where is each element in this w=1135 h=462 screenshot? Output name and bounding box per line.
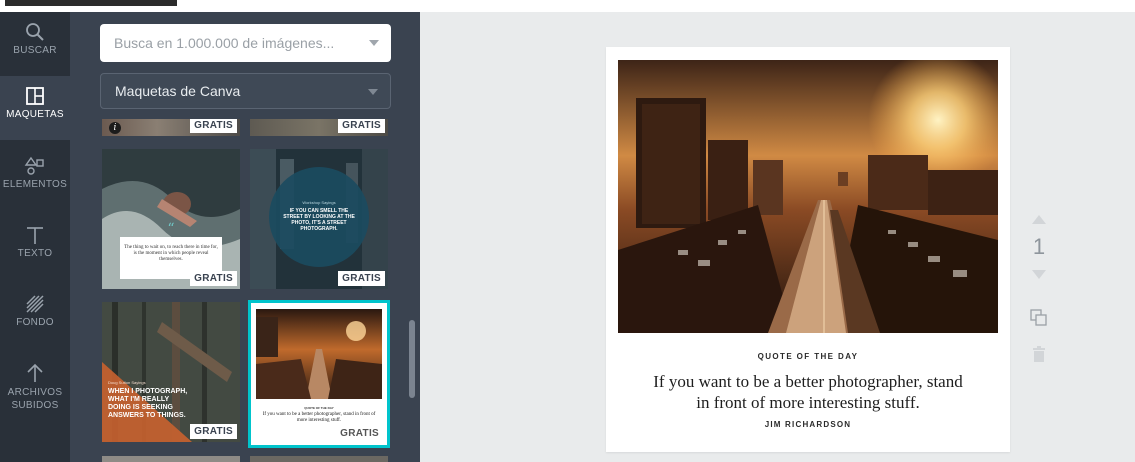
quote-kicker[interactable]: QUOTE OF THE DAY [606,352,1010,361]
template-kicker: Doug Sutton Sayings [108,380,146,385]
sidebar-item-label: BUSCAR [13,45,57,56]
search-input[interactable] [100,24,391,62]
scrollbar-thumb[interactable] [409,320,415,398]
top-strip [0,0,1135,12]
sidebar-item-maquetas[interactable]: MAQUETAS [0,76,70,140]
template-image [102,302,240,442]
move-up-icon[interactable] [1032,215,1046,224]
template-thumb-partial-4[interactable] [250,456,388,462]
free-badge: GRATIS [190,424,237,439]
sidebar: BUSCAR MAQUETAS ELEMENTOS TEXTO FONDO AR… [0,12,70,462]
template-image: “ [102,149,240,289]
free-badge: GRATIS [190,119,237,133]
template-quote: The thing to wait on, to reach there in … [124,245,218,262]
sidebar-item-label: FONDO [16,317,54,328]
upload-icon [27,363,43,382]
text-icon [27,227,43,244]
sidebar-item-buscar[interactable]: BUSCAR [0,12,70,76]
chevron-down-icon[interactable] [369,40,379,46]
template-thumb-surf[interactable]: “ The thing to wait on, to reach there i… [102,149,240,289]
template-quote: IF YOU CAN SMELL THE STREET BY LOOKING A… [283,208,355,232]
free-badge: GRATIS [338,271,385,286]
template-thumb-partial-2[interactable]: GRATIS [250,119,388,136]
sidebar-item-label: ELEMENTOS [2,179,68,190]
sidebar-item-label: TEXTO [17,248,53,259]
template-kicker: Workshop Sayings [302,200,336,205]
layouts-icon [26,87,44,105]
quote-line: If you want to be a better photographer,… [653,372,963,391]
templates-panel: Maquetas de Canva i GRATIS GRATIS “ The … [70,12,420,462]
free-badge: GRATIS [190,271,237,286]
quote-author[interactable]: JIM RICHARDSON [606,420,1010,429]
search-icon [26,23,44,41]
dropdown-value: Maquetas de Canva [115,83,241,99]
sidebar-item-archivos-subidos[interactable]: ARCHIVOS SUBIDOS [0,353,70,433]
shapes-icon [24,156,44,175]
sidebar-item-label: ARCHIVOS SUBIDOS [7,387,63,411]
panel-scrollbar[interactable] [409,112,415,457]
template-thumb-selected[interactable]: QUOTE OF THE DAY If you want to be a bet… [248,300,390,448]
sidebar-item-label: MAQUETAS [6,109,64,120]
info-icon[interactable]: i [109,122,121,134]
template-thumb-forest[interactable]: Doug Sutton Sayings WHEN I PHOTOGRAPH, W… [102,302,240,442]
top-tab [5,0,177,6]
template-thumb-street[interactable]: Workshop Sayings IF YOU CAN SMELL THE ST… [250,149,388,289]
copy-icon[interactable] [1030,309,1048,327]
sidebar-item-elementos[interactable]: ELEMENTOS [0,146,70,210]
template-quote: If you want to be a better photographer,… [262,412,376,423]
svg-text:“: “ [167,221,174,237]
quote-text[interactable]: If you want to be a better photographer,… [606,371,1010,413]
quote-line: in front of more interesting stuff. [696,393,920,412]
move-down-icon[interactable] [1032,270,1046,279]
template-quote: WHEN I PHOTOGRAPH, WHAT I'M REALLY DOING… [108,388,188,419]
design-canvas-area: QUOTE OF THE DAY If you want to be a bet… [420,12,1135,462]
template-thumb-partial-1[interactable]: i GRATIS [102,119,240,136]
image-search [100,24,391,62]
free-badge: GRATIS [338,119,385,133]
trash-icon[interactable] [1032,346,1046,362]
sidebar-item-texto[interactable]: TEXTO [0,215,70,279]
template-thumb-partial-3[interactable] [102,456,240,462]
layouts-dropdown[interactable]: Maquetas de Canva [100,73,391,109]
free-badge: GRATIS [340,428,379,439]
template-kicker: QUOTE OF THE DAY [304,406,334,410]
design-page[interactable]: QUOTE OF THE DAY If you want to be a bet… [606,47,1010,452]
chevron-down-icon [368,89,378,95]
page-number: 1 [1032,234,1046,259]
design-photo[interactable] [618,60,998,333]
sidebar-item-fondo[interactable]: FONDO [0,284,70,348]
template-image [256,309,382,399]
background-icon [26,295,44,313]
